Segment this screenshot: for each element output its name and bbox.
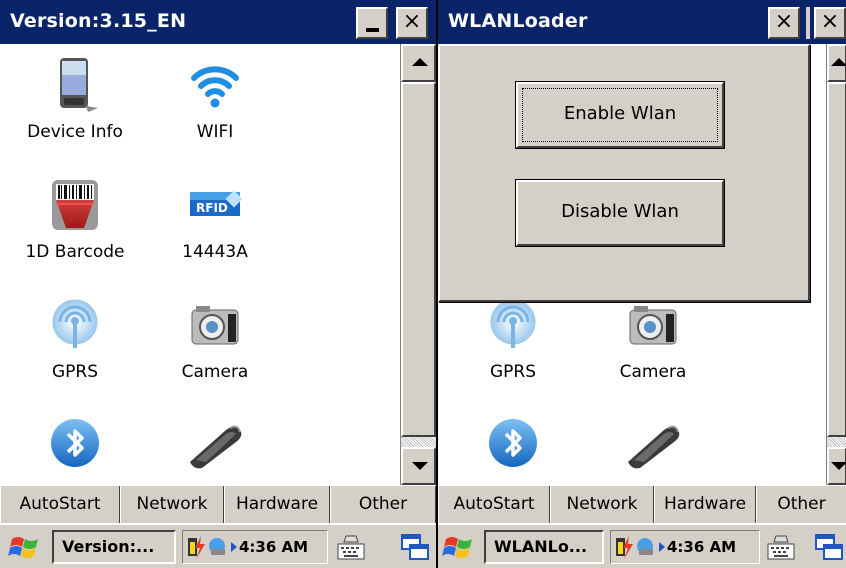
wifi-icon — [186, 56, 244, 114]
bluetooth-item[interactable] — [448, 410, 578, 485]
arrow-up-icon — [831, 58, 846, 66]
camera-icon — [186, 296, 244, 354]
tab-other[interactable]: Other — [756, 486, 846, 524]
keyboard-icon[interactable] — [766, 532, 796, 562]
title-bar: WLANLoader × × — [438, 0, 846, 44]
scroll-up-button[interactable] — [827, 44, 846, 82]
close-button[interactable]: × — [768, 7, 800, 39]
scroll-thumb[interactable] — [401, 82, 436, 437]
gprs-icon — [46, 296, 104, 354]
tab-network[interactable]: Network — [550, 486, 654, 524]
window-title: WLANLoader — [448, 10, 588, 32]
gprs-icon — [484, 296, 542, 354]
taskbar-window-button[interactable]: WLANLo... — [484, 530, 604, 564]
clock: 4:36 AM — [667, 538, 737, 556]
tab-hardware[interactable]: Hardware — [654, 486, 756, 524]
item-label: Camera — [619, 362, 687, 382]
wifi-item[interactable]: WIFI — [150, 52, 280, 152]
scroll-track[interactable] — [827, 437, 846, 447]
device-info-icon — [46, 56, 104, 114]
scroll-down-button[interactable] — [401, 447, 436, 485]
camera-item[interactable]: Camera — [588, 292, 718, 392]
minimize-button[interactable] — [356, 7, 388, 39]
taskbar: WLANLo... 4:36 AM — [438, 523, 846, 568]
tab-network[interactable]: Network — [120, 486, 224, 524]
gprs-item[interactable]: GPRS — [448, 292, 578, 392]
left-screen: Version:3.15_EN × Device Info WIFI 1D Ba… — [0, 0, 436, 568]
tab-other[interactable]: Other — [330, 486, 436, 524]
scroll-track[interactable] — [401, 437, 436, 447]
item-label: WIFI — [196, 122, 234, 142]
arrow-up-icon — [412, 58, 428, 66]
gprs-item[interactable]: GPRS — [10, 292, 140, 392]
barcode-item[interactable]: 1D Barcode — [10, 172, 140, 272]
system-tray: 4:36 AM — [610, 530, 760, 564]
device-info-item[interactable]: Device Info — [10, 52, 140, 152]
scanner-icon — [624, 414, 682, 472]
item-label: GPRS — [51, 362, 99, 382]
enable-wlan-button[interactable]: Enable Wlan — [515, 81, 725, 149]
scroll-down-button[interactable] — [827, 447, 846, 485]
vertical-scrollbar[interactable] — [400, 44, 436, 485]
vertical-scrollbar[interactable] — [826, 44, 846, 485]
desktop-icon[interactable] — [400, 532, 430, 562]
bluetooth-icon — [46, 414, 104, 472]
close-button[interactable]: × — [396, 7, 428, 39]
rfid-item[interactable]: 14443A — [150, 172, 280, 272]
taskbar-window-button[interactable]: Version:... — [52, 530, 176, 564]
background-close-button[interactable]: × — [814, 7, 846, 39]
camera-item[interactable]: Camera — [150, 292, 280, 392]
disable-wlan-button[interactable]: Disable Wlan — [515, 179, 725, 247]
right-screen: WLANLoader × × GPRS Camera Enable Wlan D… — [438, 0, 846, 568]
scanner-icon — [186, 414, 244, 472]
tray-status-icons[interactable] — [613, 532, 669, 562]
item-label: GPRS — [489, 362, 537, 382]
item-label: Device Info — [27, 122, 123, 142]
scroll-up-button[interactable] — [401, 44, 436, 82]
window-edge — [806, 7, 810, 39]
window-title: Version:3.15_EN — [10, 10, 187, 32]
tab-autostart[interactable]: AutoStart — [438, 486, 550, 524]
rfid-icon — [186, 176, 244, 234]
arrow-down-icon — [831, 462, 846, 470]
start-icon[interactable] — [8, 533, 44, 563]
wlan-loader-dialog: Enable Wlan Disable Wlan — [438, 44, 810, 302]
bluetooth-icon — [484, 414, 542, 472]
scanner-item[interactable] — [588, 410, 718, 485]
icon-grid: Device Info WIFI 1D Barcode 14443A GPRS … — [0, 44, 436, 485]
camera-icon — [624, 296, 682, 354]
desktop-icon[interactable] — [814, 532, 844, 562]
clock: 4:36 AM — [239, 538, 309, 556]
tab-bar: AutoStart Network Hardware Other — [438, 485, 846, 524]
scanner-item[interactable] — [150, 410, 280, 485]
tab-bar: AutoStart Network Hardware Other — [0, 485, 436, 524]
taskbar: Version:... 4:36 AM — [0, 523, 436, 568]
bluetooth-item[interactable] — [10, 410, 140, 485]
title-bar: Version:3.15_EN × — [0, 0, 436, 44]
scroll-thumb[interactable] — [827, 82, 846, 437]
system-tray: 4:36 AM — [182, 530, 328, 564]
barcode-icon — [46, 176, 104, 234]
arrow-down-icon — [412, 462, 428, 470]
tab-hardware[interactable]: Hardware — [224, 486, 330, 524]
tab-autostart[interactable]: AutoStart — [0, 486, 120, 524]
item-label: 14443A — [182, 242, 248, 262]
item-label: Camera — [181, 362, 249, 382]
tray-status-icons[interactable] — [185, 532, 241, 562]
item-label: 1D Barcode — [25, 242, 125, 262]
start-icon[interactable] — [442, 533, 478, 563]
keyboard-icon[interactable] — [336, 532, 366, 562]
